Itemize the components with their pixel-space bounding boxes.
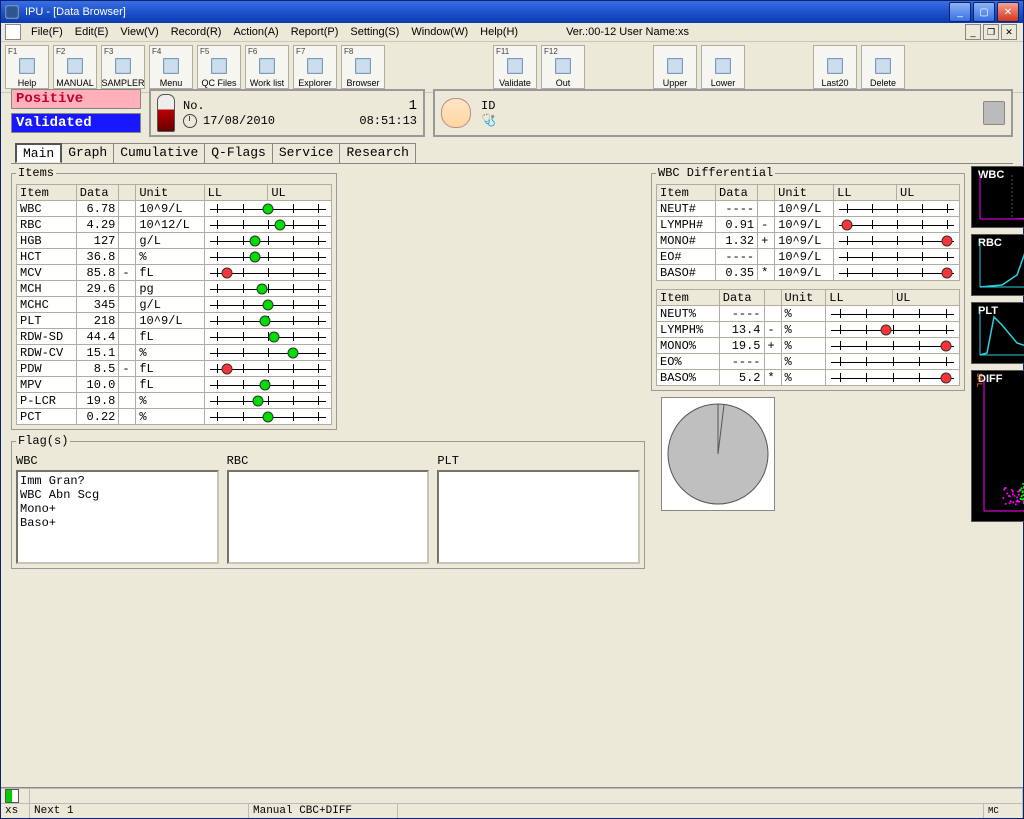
sample-box: No. 1 17/08/2010 08:51:13 [149,89,425,137]
tab-graph[interactable]: Graph [61,143,114,163]
tube-icon [157,94,175,132]
pie-chart [661,397,775,511]
flags-wbc-list[interactable]: Imm Gran?WBC Abn ScgMono+Baso+ [16,470,219,564]
flags-group: Flag(s) WBC Imm Gran?WBC Abn ScgMono+Bas… [11,434,645,569]
diff-abs-table: ItemDataUnitLLULNEUT#----10^9/LLYMPH#0.9… [656,184,960,281]
maximize-button[interactable]: ▢ [973,2,995,22]
tabstrip: MainGraphCumulativeQ-FlagsServiceResearc… [15,143,1013,163]
diff-legend: WBC Differential [656,166,775,180]
title-bar: IPU - [Data Browser] _ ▢ ✕ [1,1,1023,23]
sample-no-label: No. [183,99,203,113]
user-cell: xs [1,804,30,818]
status-box: Positive Validated [11,89,141,137]
tab-research[interactable]: Research [339,143,415,163]
diff-group: WBC Differential ItemDataUnitLLULNEUT#--… [651,166,965,391]
chart-wbc: WBC FSC [971,166,1024,228]
clock-icon [183,114,197,128]
sample-no: 1 [209,98,417,114]
tab-service[interactable]: Service [272,143,341,163]
flag-rbc-label: RBC [227,452,430,470]
stethoscope-icon: 🩺 [481,113,496,128]
app-icon [5,5,19,19]
status-positive: Positive [11,89,141,109]
flags-plt-list[interactable] [437,470,640,564]
flag-plt-label: PLT [437,452,640,470]
tab-main[interactable]: Main [15,143,62,163]
minimize-button[interactable]: _ [949,2,971,22]
mode-cell: Manual CBC+DIFF [249,804,398,818]
chart-plt: PLT 40fL [971,302,1024,364]
tab-q-flags[interactable]: Q-Flags [204,143,273,163]
items-group: Items ItemDataUnitLLULWBC6.7810^9/LRBC4.… [11,166,337,430]
sample-time: 08:51:13 [281,114,417,128]
progress-icon [5,789,19,803]
flags-rbc-list[interactable] [227,470,430,564]
stamp-icon [983,101,1005,125]
flag-wbc-label: WBC [16,452,219,470]
patient-id-label: ID [481,99,496,113]
next-cell: Next 1 [30,804,249,818]
flags-legend: Flag(s) [16,434,70,448]
status-validated: Validated [11,113,141,133]
items-legend: Items [16,166,56,180]
mc-cell: MC [984,804,1023,818]
tab-cumulative[interactable]: Cumulative [113,143,205,163]
patient-box: ID 🩺 [433,89,1013,137]
chart-rbc: RBC 250fL [971,234,1024,296]
sample-date: 17/08/2010 [203,114,275,128]
close-button[interactable]: ✕ [997,2,1019,22]
chart-diff: DIFF SFL SSC [971,370,1024,522]
diff-pct-table: ItemDataUnitLLULNEUT%----%LYMPH%13.4-%MO… [656,289,960,386]
items-table: ItemDataUnitLLULWBC6.7810^9/LRBC4.2910^1… [16,184,332,425]
window-title: IPU - [Data Browser] [25,6,949,18]
avatar-icon [441,98,471,128]
status-bar: xs Next 1 Manual CBC+DIFF MC [1,787,1023,818]
